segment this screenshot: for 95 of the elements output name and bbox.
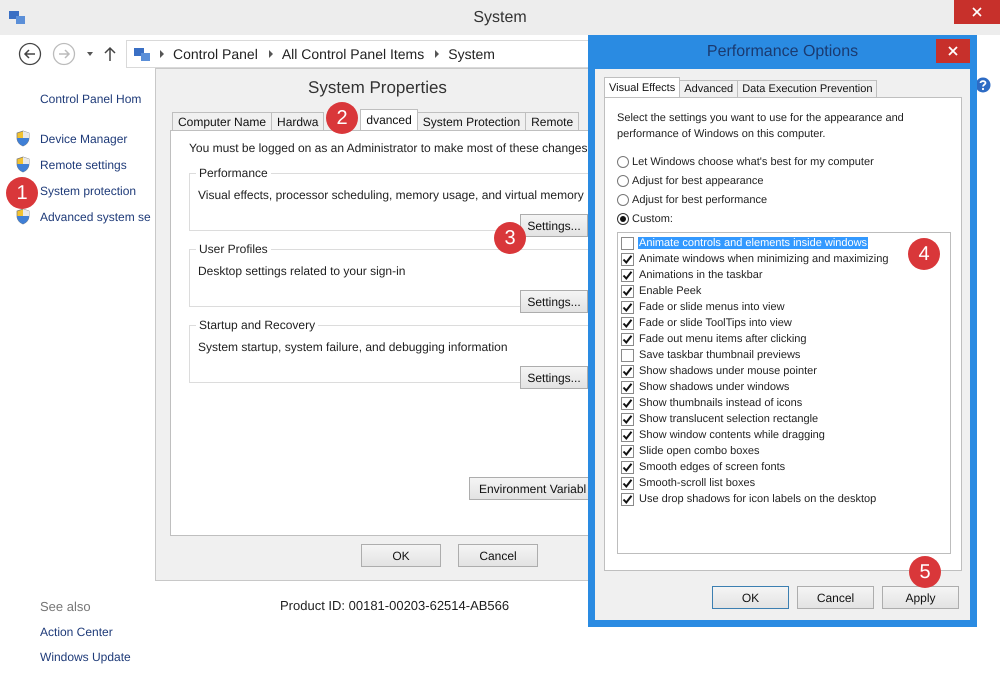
- group-title: User Profiles: [196, 242, 271, 256]
- dropdown-icon[interactable]: [86, 51, 94, 57]
- tab[interactable]: Remote: [525, 112, 580, 130]
- effect-label[interactable]: Show shadows under mouse pointer: [638, 365, 818, 377]
- effect-label[interactable]: Show shadows under windows: [638, 381, 790, 393]
- sidebar-link[interactable]: Remote settings: [40, 158, 127, 172]
- dialog-title: System Properties: [307, 78, 448, 99]
- checkbox[interactable]: [621, 460, 634, 474]
- see-also-link[interactable]: Action Center: [40, 625, 131, 639]
- dialog-button[interactable]: OK: [712, 586, 789, 609]
- radio-button[interactable]: [617, 194, 629, 206]
- dialog-button[interactable]: Cancel: [797, 586, 874, 609]
- group-title: Performance: [196, 166, 271, 180]
- effect-label[interactable]: Show translucent selection rectangle: [638, 413, 820, 425]
- effect-label[interactable]: Smooth edges of screen fonts: [638, 461, 786, 473]
- checkbox[interactable]: [621, 236, 634, 250]
- radio-label[interactable]: Adjust for best appearance: [632, 175, 764, 187]
- dialog-button[interactable]: OK: [361, 544, 441, 567]
- see-also-link[interactable]: Windows Update: [40, 650, 131, 664]
- radio-label[interactable]: Let Windows choose what's best for my computer: [632, 156, 874, 168]
- effect-label[interactable]: Animations in the taskbar: [638, 269, 764, 281]
- tab[interactable]: Visual Effects: [604, 77, 680, 97]
- dialog-button[interactable]: Cancel: [458, 544, 538, 567]
- settings-button[interactable]: Settings...: [520, 214, 588, 237]
- step-badge: 1: [6, 177, 38, 209]
- radio-button[interactable]: [617, 175, 629, 187]
- effect-label[interactable]: Fade or slide ToolTips into view: [638, 317, 793, 329]
- shield-icon: [15, 130, 31, 147]
- effect-label[interactable]: Save taskbar thumbnail previews: [638, 349, 802, 361]
- effect-label[interactable]: Enable Peek: [638, 285, 702, 297]
- checkbox[interactable]: [621, 380, 634, 394]
- radio-button[interactable]: [617, 156, 629, 168]
- group-title: Startup and Recovery: [196, 318, 318, 332]
- close-button[interactable]: [936, 39, 970, 63]
- effect-label[interactable]: Smooth-scroll list boxes: [638, 477, 756, 489]
- chevron-icon: [268, 50, 274, 58]
- chevron-icon: [159, 50, 165, 58]
- checkbox[interactable]: [621, 332, 634, 346]
- checkbox[interactable]: [621, 492, 634, 506]
- tab[interactable]: System Protection: [416, 112, 526, 130]
- admin-note: You must be logged on as an Administrator to make most of these changes: [189, 141, 588, 155]
- settings-button[interactable]: Settings...: [520, 366, 588, 389]
- checkbox[interactable]: [621, 412, 634, 426]
- dialog-button[interactable]: Apply: [882, 586, 959, 609]
- intro-text: Select the settings you want to use for the appearance and performance of Windows on this computer.: [617, 111, 905, 142]
- sidebar-link[interactable]: Device Manager: [40, 132, 128, 146]
- group-description: Visual effects, processor scheduling, memory usage, and virtual memory: [198, 188, 585, 202]
- checkbox[interactable]: [621, 252, 634, 266]
- effect-label[interactable]: Animate windows when minimizing and maximizing: [638, 253, 890, 265]
- dialog-title: Performance Options: [706, 43, 858, 61]
- window-title: System: [473, 8, 527, 26]
- close-icon: [948, 46, 958, 56]
- settings-button[interactable]: Settings...: [520, 290, 588, 313]
- checkbox[interactable]: [621, 268, 634, 282]
- radio-button[interactable]: [617, 213, 629, 225]
- checkbox[interactable]: [621, 364, 634, 378]
- checkbox[interactable]: [621, 428, 634, 442]
- breadcrumb-item[interactable]: Control Panel: [173, 46, 258, 62]
- product-id: Product ID: 00181-00203-62514-AB566: [280, 598, 510, 613]
- group-description: Desktop settings related to your sign-in: [198, 264, 406, 278]
- shield-icon: [15, 156, 31, 173]
- close-button[interactable]: [954, 0, 1000, 24]
- group-description: System startup, system failure, and debugging information: [198, 340, 508, 354]
- breadcrumb-item[interactable]: All Control Panel Items: [282, 46, 424, 62]
- chevron-icon: [434, 50, 440, 58]
- checkbox[interactable]: [621, 284, 634, 298]
- checkbox[interactable]: [621, 444, 634, 458]
- checkbox[interactable]: [621, 476, 634, 490]
- effect-label[interactable]: Fade out menu items after clicking: [638, 333, 808, 345]
- sidebar-link[interactable]: System protection: [40, 184, 136, 198]
- effect-label[interactable]: Show window contents while dragging: [638, 429, 826, 441]
- radio-label[interactable]: Adjust for best performance: [632, 194, 768, 206]
- effect-label[interactable]: Show thumbnails instead of icons: [638, 397, 804, 409]
- back-icon[interactable]: [18, 42, 42, 66]
- close-icon: [972, 7, 982, 17]
- effect-label[interactable]: Slide open combo boxes: [638, 445, 760, 457]
- up-arrow-icon[interactable]: [104, 46, 116, 62]
- breadcrumb-item[interactable]: System: [448, 46, 495, 62]
- checkbox[interactable]: [621, 396, 634, 410]
- checkbox[interactable]: [621, 348, 634, 362]
- computer-icon: [133, 46, 151, 62]
- shield-icon: [15, 208, 31, 225]
- sidebar-link[interactable]: Advanced system se: [40, 210, 151, 224]
- tab[interactable]: Hardwa: [271, 112, 324, 130]
- sidebar-home-link[interactable]: Control Panel Hom: [40, 92, 142, 106]
- computer-icon: [8, 9, 26, 25]
- tab[interactable]: Computer Name: [172, 112, 272, 130]
- tab[interactable]: dvanced: [360, 109, 418, 130]
- effect-label[interactable]: Fade or slide menus into view: [638, 301, 786, 313]
- effect-label[interactable]: Use drop shadows for icon labels on the desktop: [638, 493, 878, 505]
- checkbox[interactable]: [621, 316, 634, 330]
- radio-label[interactable]: Custom:: [632, 213, 673, 225]
- see-also-heading: See also: [40, 599, 92, 614]
- checkbox[interactable]: [621, 300, 634, 314]
- tab[interactable]: Data Execution Prevention: [737, 80, 878, 97]
